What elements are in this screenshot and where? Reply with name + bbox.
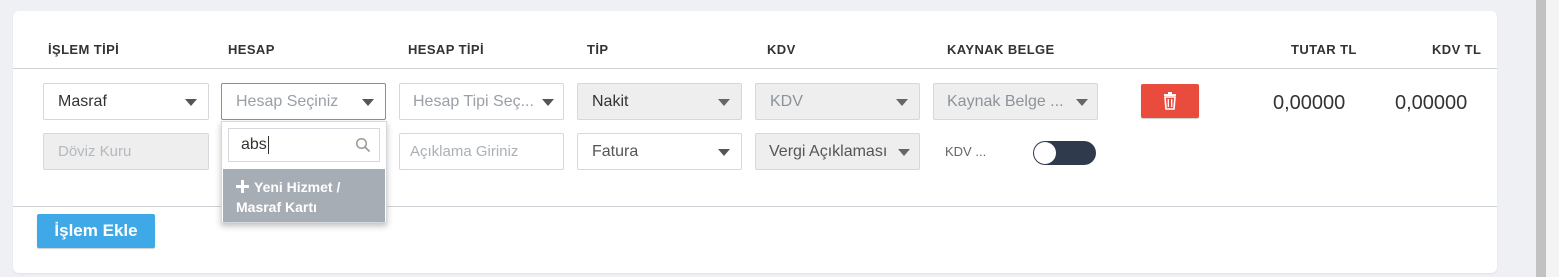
search-icon [355, 137, 371, 153]
kaynak-belge-select[interactable]: Kaynak Belge ... [933, 83, 1098, 120]
kdv-select[interactable]: KDV [755, 83, 920, 120]
fatura-value: Fatura [592, 143, 639, 160]
tutar-tl-value: 0,00000 [1273, 92, 1346, 114]
doviz-kuru-input[interactable]: Döviz Kuru [43, 133, 209, 170]
scrollbar-thumb[interactable] [1536, 0, 1546, 277]
header-kdv: KDV [767, 42, 796, 57]
kaynak-belge-placeholder: Kaynak Belge ... [947, 93, 1064, 110]
kdv-placeholder: KDV [770, 93, 803, 110]
islem-tipi-select[interactable]: Masraf [43, 83, 209, 120]
hesap-select[interactable]: Hesap Seçiniz [221, 83, 386, 120]
header-kaynak-belge: KAYNAK BELGE [947, 42, 1055, 57]
doviz-kuru-placeholder: Döviz Kuru [58, 143, 132, 160]
caret-down-icon [898, 149, 910, 156]
caret-down-icon [896, 99, 908, 106]
caret-down-icon [718, 99, 730, 106]
islem-tipi-value: Masraf [58, 93, 107, 110]
kdv-tl-value: 0,00000 [1395, 92, 1468, 114]
option-line-2: Masraf Kartı [236, 199, 317, 215]
header-islem-tipi: İŞLEM TİPİ [48, 42, 120, 57]
aciklama-input[interactable]: Açıklama Giriniz [399, 133, 564, 170]
plus-icon [236, 180, 249, 193]
header-hesap-tipi: HESAP TİPİ [408, 42, 485, 57]
hesap-search-input[interactable]: abs [228, 128, 380, 162]
caret-down-icon [362, 99, 374, 106]
vergi-aciklamasi-select[interactable]: Vergi Açıklaması [755, 133, 920, 170]
trash-icon [1164, 92, 1176, 110]
caret-down-icon [718, 149, 730, 156]
delete-row-button[interactable] [1141, 84, 1199, 118]
toggle-knob [1034, 142, 1056, 164]
text-cursor [267, 135, 269, 154]
header-tutar-tl: TUTAR TL [1291, 42, 1357, 57]
new-service-expense-card-option[interactable]: Yeni Hizmet / Masraf Kartı [223, 169, 385, 222]
fatura-select[interactable]: Fatura [577, 133, 742, 170]
option-line-1: Yeni Hizmet / [254, 179, 341, 195]
hesap-tipi-select[interactable]: Hesap Tipi Seç... [399, 83, 564, 120]
hesap-dropdown-menu: abs Yeni Hizmet / Masraf Kartı [221, 121, 387, 223]
tip-value: Nakit [592, 93, 629, 110]
islem-ekle-button[interactable]: İşlem Ekle [37, 214, 155, 248]
header-kdv-tl: KDV TL [1432, 42, 1482, 57]
kdv-toggle-label: KDV ... [945, 144, 987, 159]
tip-select[interactable]: Nakit [577, 83, 742, 120]
caret-down-icon [542, 99, 554, 106]
header-tip: TİP [587, 42, 609, 57]
header-divider [13, 68, 1497, 69]
hesap-search-value: abs [241, 136, 267, 153]
aciklama-placeholder: Açıklama Giriniz [410, 143, 519, 160]
caret-down-icon [1076, 99, 1088, 106]
hesap-placeholder: Hesap Seçiniz [236, 93, 339, 110]
header-hesap: HESAP [228, 42, 275, 57]
caret-down-icon [185, 99, 197, 106]
vergi-aciklamasi-value: Vergi Açıklaması [769, 143, 888, 160]
kdv-toggle[interactable] [1033, 141, 1096, 165]
hesap-tipi-placeholder: Hesap Tipi Seç... [413, 93, 534, 110]
